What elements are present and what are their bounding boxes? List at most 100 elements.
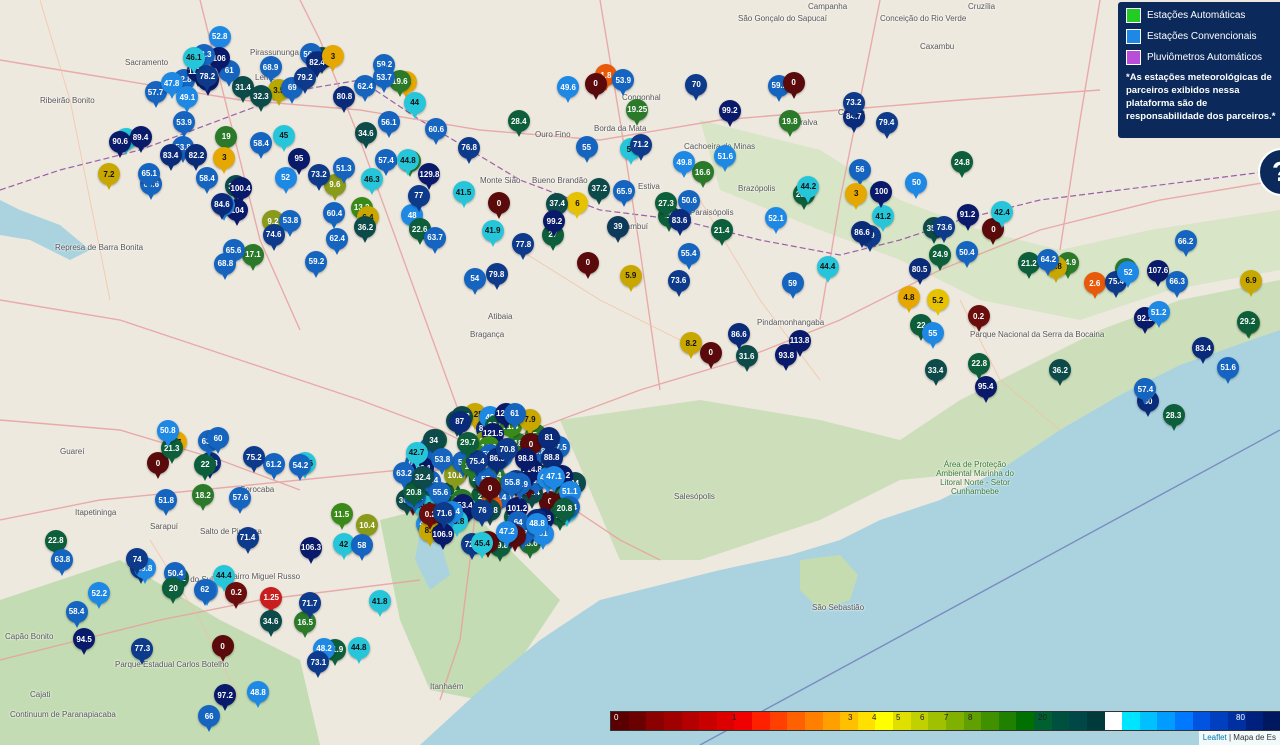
station-marker[interactable]: 58 — [350, 534, 373, 562]
station-marker[interactable]: 20.8 — [553, 497, 576, 525]
station-marker[interactable]: 59 — [781, 272, 804, 300]
station-marker[interactable]: 44.2 — [797, 175, 820, 203]
station-marker[interactable]: 0 — [699, 341, 722, 369]
station-marker[interactable]: 61 — [503, 402, 526, 430]
station-marker[interactable]: 99.2 — [718, 99, 741, 127]
station-marker[interactable]: 7.2 — [97, 163, 120, 191]
station-marker[interactable]: 65.1 — [138, 162, 161, 190]
station-marker[interactable]: 33.4 — [924, 359, 947, 387]
station-marker[interactable]: 32.3 — [249, 85, 272, 113]
station-marker[interactable]: 89.4 — [129, 126, 152, 153]
station-marker[interactable]: 34.6 — [259, 610, 282, 638]
station-marker[interactable]: 77 — [407, 184, 430, 212]
station-marker[interactable]: 80.8 — [333, 85, 356, 113]
station-marker[interactable]: 44 — [403, 91, 426, 119]
station-marker[interactable]: 100.4 — [229, 177, 252, 205]
station-marker[interactable]: 73.2 — [842, 91, 865, 119]
station-marker[interactable]: 83.6 — [668, 209, 691, 237]
station-marker[interactable]: 29.2 — [1236, 310, 1259, 338]
station-marker[interactable]: 0 — [479, 477, 502, 505]
station-marker[interactable]: 44.8 — [347, 636, 370, 664]
station-marker[interactable]: 51.6 — [1217, 356, 1240, 384]
station-marker[interactable]: 3 — [321, 45, 344, 73]
station-marker[interactable]: 66.3 — [1166, 270, 1189, 298]
station-marker[interactable]: 5.9 — [619, 264, 642, 292]
station-marker[interactable]: 95.4 — [974, 375, 997, 403]
station-marker[interactable]: 52.8 — [208, 25, 231, 53]
station-marker[interactable]: 90.6 — [109, 130, 132, 158]
station-marker[interactable]: 39 — [606, 215, 629, 243]
station-marker[interactable]: 41.5 — [452, 181, 475, 209]
station-marker[interactable]: 64.2 — [1037, 248, 1060, 276]
station-marker[interactable]: 0 — [576, 251, 599, 279]
station-marker[interactable]: 2.6 — [1083, 272, 1106, 300]
station-marker[interactable]: 79.4 — [875, 111, 898, 139]
station-marker[interactable]: 3 — [845, 182, 868, 210]
station-marker[interactable]: 47.2 — [495, 520, 518, 548]
station-marker[interactable]: 73.6 — [667, 269, 690, 297]
station-marker[interactable]: 24.9 — [929, 243, 952, 271]
station-marker[interactable]: 68.8 — [214, 252, 237, 280]
station-marker[interactable]: 74.6 — [262, 223, 285, 251]
station-marker[interactable]: 106.3 — [300, 536, 323, 564]
leaflet-link[interactable]: Leaflet — [1203, 733, 1227, 742]
station-marker[interactable]: 18.2 — [192, 484, 215, 512]
station-marker[interactable]: 55 — [921, 322, 944, 350]
station-marker[interactable]: 73.2 — [307, 163, 330, 191]
station-marker[interactable]: 51.2 — [1147, 301, 1170, 329]
station-marker[interactable]: 62.4 — [326, 227, 349, 255]
station-marker[interactable]: 10.4 — [356, 514, 379, 542]
station-marker[interactable]: 44.4 — [816, 255, 839, 283]
station-marker[interactable]: 37.2 — [588, 177, 611, 205]
station-marker[interactable]: 51.3 — [332, 157, 355, 185]
station-marker[interactable]: 71.7 — [298, 592, 321, 620]
station-marker[interactable]: 32.4 — [411, 466, 434, 494]
station-marker[interactable]: 87 — [448, 410, 471, 438]
station-marker[interactable]: 80.5 — [908, 258, 931, 286]
station-marker[interactable]: 50.8 — [156, 419, 179, 447]
station-marker[interactable]: 79.2 — [293, 66, 316, 94]
station-marker[interactable]: 79.8 — [485, 263, 508, 291]
station-marker[interactable]: 0.2 — [225, 581, 248, 609]
station-marker[interactable]: 34.6 — [354, 122, 377, 150]
station-marker[interactable]: 98.8 — [514, 447, 537, 475]
station-marker[interactable]: 66.2 — [1174, 230, 1197, 258]
station-marker[interactable]: 56 — [848, 158, 871, 186]
station-marker[interactable]: 17.1 — [241, 243, 264, 271]
legend-item-automatic[interactable]: Estações Automáticas — [1126, 8, 1280, 23]
station-marker[interactable]: 5.2 — [926, 289, 949, 317]
station-marker[interactable]: 84.6 — [210, 193, 233, 221]
station-marker[interactable]: 68.9 — [259, 56, 282, 84]
station-marker[interactable]: 54 — [463, 267, 486, 295]
legend-item-rain-gauges[interactable]: Pluviômetros Automáticos — [1126, 50, 1280, 65]
station-marker[interactable]: 28.4 — [507, 110, 530, 137]
station-marker[interactable]: 71.4 — [236, 526, 259, 554]
station-marker[interactable]: 3 — [213, 146, 236, 174]
station-marker[interactable]: 81 — [538, 426, 561, 454]
station-marker[interactable]: 45 — [272, 124, 295, 152]
station-marker[interactable]: 16.6 — [691, 161, 714, 189]
station-marker[interactable]: 58.4 — [65, 600, 88, 628]
map-view[interactable]: Sacramento Leme Pirassununga São Gonçalo do… — [0, 0, 1280, 745]
station-marker[interactable]: 63.7 — [424, 226, 447, 254]
station-marker[interactable]: 0 — [782, 71, 805, 99]
station-marker[interactable]: 6.9 — [1240, 269, 1262, 297]
station-marker[interactable]: 1.25 — [260, 586, 283, 614]
station-marker[interactable]: 0.2 — [967, 305, 990, 333]
station-marker[interactable]: 53.9 — [173, 111, 196, 139]
station-marker[interactable]: 50.4 — [955, 241, 978, 269]
station-marker[interactable]: 22.8 — [968, 352, 991, 380]
station-marker[interactable]: 0 — [584, 72, 607, 100]
station-marker[interactable]: 55 — [575, 136, 598, 164]
station-marker[interactable]: 48.8 — [526, 512, 549, 540]
station-marker[interactable]: 29.7 — [456, 431, 479, 459]
station-marker[interactable]: 42.7 — [405, 441, 428, 469]
station-marker[interactable]: 11.5 — [330, 503, 353, 531]
station-marker[interactable]: 22 — [194, 453, 217, 481]
legend-item-conventional[interactable]: Estações Convencionais — [1126, 29, 1280, 44]
station-marker[interactable]: 21.4 — [710, 219, 733, 247]
station-marker[interactable]: 59.2 — [305, 250, 328, 278]
station-marker[interactable]: 71.2 — [629, 133, 652, 161]
station-marker[interactable]: 75.2 — [242, 446, 265, 474]
station-marker[interactable]: 76.8 — [458, 136, 481, 164]
